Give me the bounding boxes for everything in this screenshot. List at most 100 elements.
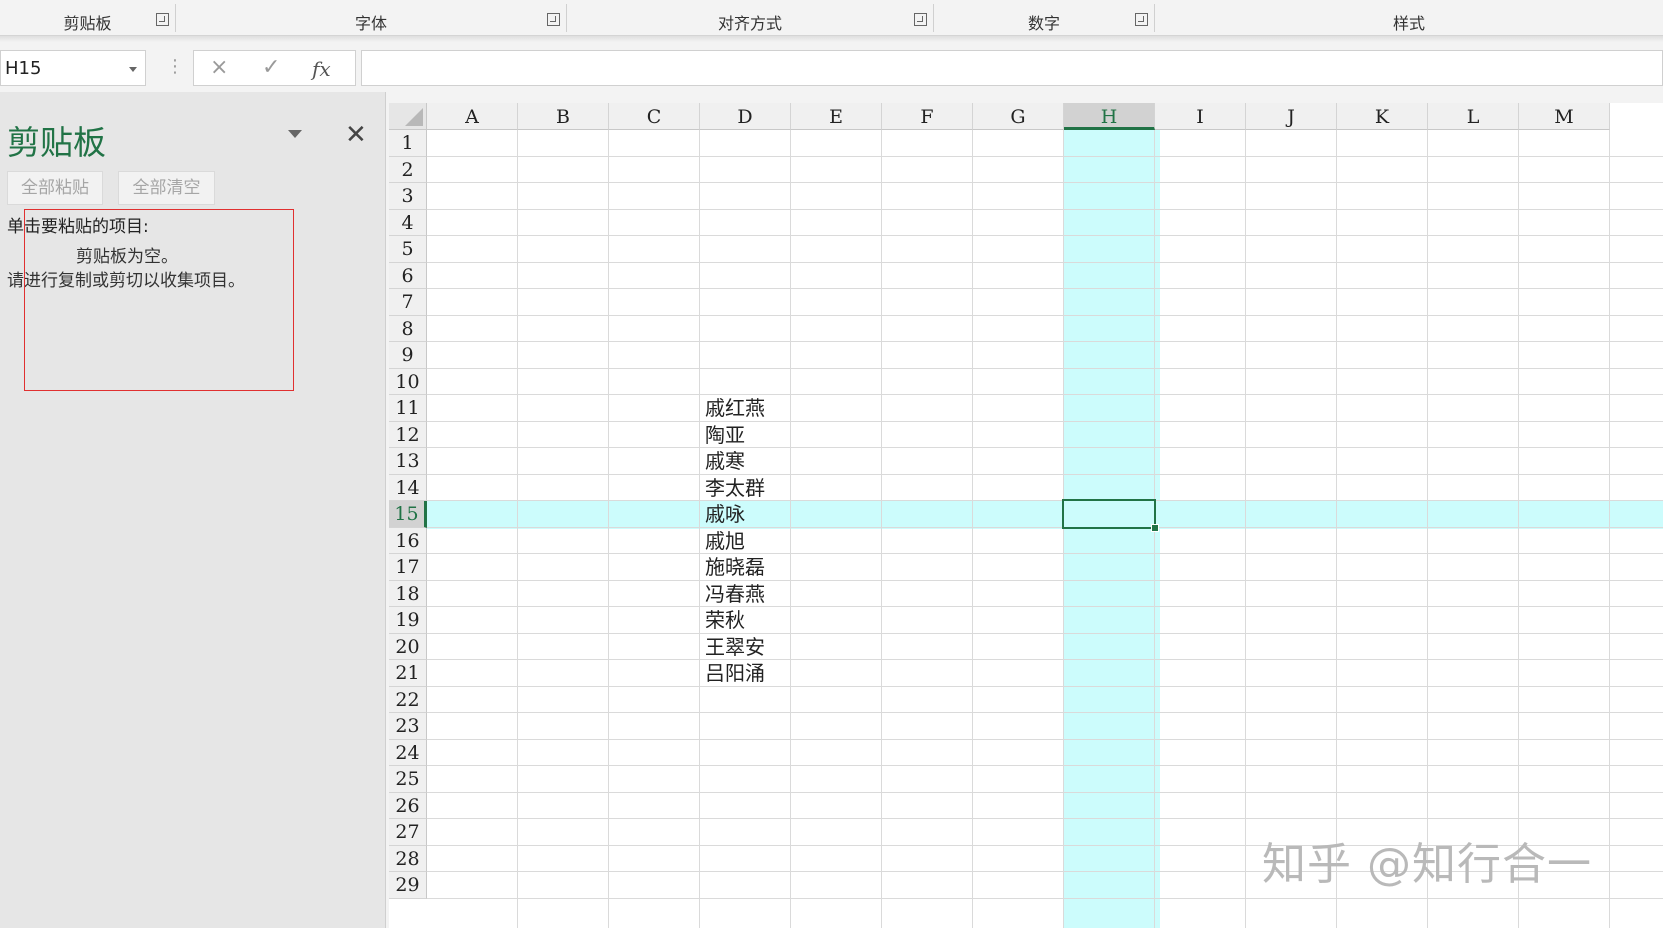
dialog-launcher-icon[interactable] — [547, 13, 560, 26]
gridline-horizontal — [427, 712, 1663, 713]
cell-d13[interactable]: 戚寒 — [700, 448, 791, 475]
name-box-value: H15 — [5, 58, 42, 79]
gridline-horizontal — [427, 473, 1663, 475]
dialog-launcher-icon[interactable] — [914, 13, 927, 26]
gridline-vertical — [1609, 130, 1610, 928]
row-header-19[interactable]: 19 — [389, 607, 427, 634]
cell-d17[interactable]: 施晓磊 — [700, 554, 791, 581]
row-header-28[interactable]: 28 — [389, 845, 427, 872]
gridline-vertical — [608, 130, 609, 928]
ribbon-group-alignment: 对齐方式 — [567, 0, 933, 36]
gridline-vertical — [972, 130, 973, 928]
column-header-g[interactable]: G — [973, 103, 1064, 130]
ribbon-group-label: 数字 — [1027, 14, 1060, 33]
gridline-horizontal — [427, 314, 1663, 316]
select-all-corner[interactable] — [389, 103, 427, 130]
selected-column-band — [1064, 130, 1160, 928]
row-header-21[interactable]: 21 — [389, 660, 427, 687]
insert-function-icon[interactable]: fx — [312, 57, 331, 81]
row-header-29[interactable]: 29 — [389, 872, 427, 899]
row-header-20[interactable]: 20 — [389, 633, 427, 660]
cell-d14[interactable]: 李太群 — [700, 475, 791, 502]
row-header-27[interactable]: 27 — [389, 819, 427, 846]
ribbon-group-font: 字体 — [176, 0, 566, 36]
row-header-9[interactable]: 9 — [389, 342, 427, 369]
row-header-26[interactable]: 26 — [389, 792, 427, 819]
enter-icon[interactable]: ✓ — [262, 55, 280, 80]
cell-d20[interactable]: 王翠安 — [700, 634, 791, 661]
row-header-5[interactable]: 5 — [389, 236, 427, 263]
ribbon-group-styles: 样式 — [1155, 0, 1663, 36]
cell-d12[interactable]: 陶亚 — [700, 422, 791, 449]
column-header-m[interactable]: M — [1519, 103, 1610, 130]
row-header-12[interactable]: 12 — [389, 421, 427, 448]
cell-d19[interactable]: 荣秋 — [700, 607, 791, 634]
more-options-icon[interactable]: ⋮ — [166, 56, 184, 77]
gridline-horizontal — [427, 579, 1663, 581]
column-header-i[interactable]: I — [1155, 103, 1246, 130]
row-header-13[interactable]: 13 — [389, 448, 427, 475]
clear-all-button[interactable]: 全部清空 — [118, 171, 215, 205]
row-header-8[interactable]: 8 — [389, 315, 427, 342]
chevron-down-icon[interactable] — [129, 67, 137, 72]
active-cell-h15[interactable] — [1062, 499, 1159, 531]
gridline-horizontal — [427, 500, 1663, 501]
column-header-l[interactable]: L — [1428, 103, 1519, 130]
column-header-k[interactable]: K — [1337, 103, 1428, 130]
row-header-6[interactable]: 6 — [389, 262, 427, 289]
row-header-22[interactable]: 22 — [389, 686, 427, 713]
row-header-11[interactable]: 11 — [389, 395, 427, 422]
watermark: 知乎 @知行合一 — [1262, 839, 1592, 890]
row-header-3[interactable]: 3 — [389, 183, 427, 210]
name-box[interactable]: H15 — [0, 50, 146, 86]
gridline-vertical — [1245, 130, 1246, 928]
row-header-15[interactable]: 15 — [389, 501, 427, 528]
gridline-vertical — [1427, 130, 1428, 928]
gridline-horizontal — [427, 367, 1663, 369]
formula-input[interactable] — [361, 50, 1663, 86]
row-header-1[interactable]: 1 — [389, 130, 427, 157]
row-header-10[interactable]: 10 — [389, 368, 427, 395]
column-header-d[interactable]: D — [700, 103, 791, 130]
row-header-24[interactable]: 24 — [389, 739, 427, 766]
gridline-horizontal — [427, 341, 1663, 342]
ribbon-group-label: 剪贴板 — [63, 14, 112, 33]
row-header-2[interactable]: 2 — [389, 156, 427, 183]
column-header-j[interactable]: J — [1246, 103, 1337, 130]
column-header-f[interactable]: F — [882, 103, 973, 130]
column-header-b[interactable]: B — [518, 103, 609, 130]
ribbon-group-number: 数字 — [934, 0, 1154, 36]
worksheet-grid[interactable]: A B C D E F G H I J K L M 1 2 3 4 5 6 7 8 9 10 11 12 13 14 15 16 17 18… — [389, 103, 1663, 928]
column-header-h[interactable]: H — [1064, 103, 1155, 130]
gridline-horizontal — [427, 447, 1663, 448]
cancel-icon[interactable]: × — [210, 55, 228, 80]
dialog-launcher-icon[interactable] — [156, 13, 169, 26]
row-header-14[interactable]: 14 — [389, 474, 427, 501]
column-header-e[interactable]: E — [791, 103, 882, 130]
close-icon[interactable]: ✕ — [345, 120, 367, 150]
row-header-4[interactable]: 4 — [389, 209, 427, 236]
dialog-launcher-icon[interactable] — [1135, 13, 1148, 26]
column-header-c[interactable]: C — [609, 103, 700, 130]
gridline-horizontal — [427, 182, 1663, 183]
cell-d18[interactable]: 冯春燕 — [700, 581, 791, 608]
clipboard-pane: 剪贴板 ✕ 全部粘贴 全部清空 单击要粘贴的项目: 剪贴板为空。 请进行复制或剪… — [0, 92, 386, 928]
gridline-horizontal — [427, 208, 1663, 210]
cell-d15[interactable]: 戚咏 — [700, 501, 791, 528]
row-header-18[interactable]: 18 — [389, 580, 427, 607]
cell-d11[interactable]: 戚红燕 — [700, 395, 791, 422]
row-header-17[interactable]: 17 — [389, 554, 427, 581]
paste-all-button[interactable]: 全部粘贴 — [7, 171, 103, 205]
selected-row-band — [427, 501, 1663, 529]
row-header-16[interactable]: 16 — [389, 527, 427, 554]
pane-options-chevron-icon[interactable] — [288, 130, 302, 138]
row-header-7[interactable]: 7 — [389, 289, 427, 316]
column-header-a[interactable]: A — [427, 103, 518, 130]
row-header-25[interactable]: 25 — [389, 766, 427, 793]
cell-d21[interactable]: 吕阳涌 — [700, 660, 791, 687]
gridline-horizontal — [427, 738, 1663, 740]
row-header-23[interactable]: 23 — [389, 713, 427, 740]
gridline-vertical — [1336, 130, 1337, 928]
gridline-horizontal — [427, 420, 1663, 422]
cell-d16[interactable]: 戚旭 — [700, 528, 791, 555]
